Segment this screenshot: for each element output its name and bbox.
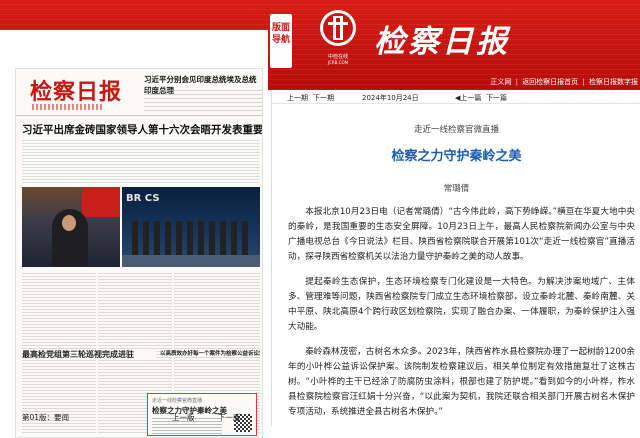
article-paragraph: 秦岭森林茂密，古树名木众多。2023年，陕西省柞水县检察院办理了一起树龄1200…: [288, 347, 635, 417]
article-paragraph: 本报北京10月23日电（记者常璐倩）“古今伟此岭，高下势峥嵘。”横亘在华夏大地中…: [288, 207, 635, 262]
logo-caption: 中检在线: [327, 54, 348, 60]
next-page-link[interactable]: 下一版: [218, 412, 241, 423]
prev-issue-link[interactable]: 上一期: [287, 93, 308, 103]
front-masthead-title: 检察日报: [30, 79, 123, 105]
headline-rule: [22, 139, 260, 183]
column-headline-2[interactable]: 以高质效办好每一个案件为检察公益诉讼增添新动能: [160, 349, 260, 357]
masthead-text-lines: [144, 89, 262, 111]
masthead-subline: [32, 104, 102, 110]
article-author: 常璐倩: [443, 184, 470, 194]
nav-panel-label: 版面 导航: [270, 14, 292, 68]
nav-separator: |: [582, 78, 585, 86]
nav-separator: |: [515, 78, 518, 86]
prev-page-link[interactable]: 上一版: [172, 412, 195, 423]
article-paragraph: 提起秦岭生态保护，生态环境检察专门化建设是一大特色。为解决涉案地域广、主体多、管…: [288, 277, 635, 332]
front-photo-president[interactable]: [22, 187, 120, 267]
logo-caption-en: JCRB.COM: [327, 60, 349, 65]
article-title: 检察之力守护秦岭之美: [391, 149, 522, 164]
edition-label: 第01版：要闻: [22, 413, 70, 422]
stage-shape: [122, 255, 260, 267]
front-photo-summit[interactable]: BR CS: [122, 187, 260, 267]
next-article-link[interactable]: 下一篇: [486, 93, 507, 103]
front-masthead: 检察日报 习近平分别会见印度总统埃及总统印度总理: [16, 69, 262, 116]
top-nav-links: 正义网 | 返回检察日报首页 | 检察日报数字报: [488, 77, 638, 87]
article-panel: 上一期 下一期 2024年10月24日 ◀上一篇 下一篇 走近一线检察官微直播 …: [271, 90, 640, 426]
article-kicker: 走近一线检察官微直播: [413, 125, 499, 135]
next-issue-link[interactable]: 下一期: [313, 93, 334, 103]
people-shape: [132, 221, 252, 257]
article-body: 本报北京10月23日电（记者常璐倩）“古今伟此岭，高下势峥嵘。”横亘在华夏大地中…: [288, 205, 635, 430]
nav-link-digital[interactable]: 检察日报数字报: [589, 78, 638, 86]
newspaper-title: 检察日报: [374, 24, 510, 60]
box-tag: 走近一线检察官微直播: [152, 398, 203, 404]
prev-article-link[interactable]: ◀上一篇: [455, 93, 481, 103]
photo-badge: BR CS: [126, 193, 160, 204]
front-main-headline[interactable]: 习近平出席金砖国家领导人第十六次会晤开发表重要讲话: [22, 122, 262, 137]
issue-date: 2024年10月24日: [362, 94, 419, 102]
nav-link-zhengyi[interactable]: 正义网: [490, 78, 511, 86]
flag-shape: [82, 187, 120, 217]
side-label-1: 版面: [271, 23, 290, 33]
side-label-2: 导航: [271, 35, 290, 45]
issue-nav-bar: 上一期 下一期 2024年10月24日 ◀上一篇 下一篇: [272, 90, 640, 104]
page-footer: 第01版：要闻 上一版 下一版: [0, 408, 268, 426]
page-thumbnail-panel: 检察日报 习近平分别会见印度总统埃及总统印度总理 习近平出席金砖国家领导人第十六…: [0, 30, 268, 438]
shield-logo-icon: [320, 10, 356, 46]
nav-link-home[interactable]: 返回检察日报首页: [522, 78, 578, 86]
jcrb-logo[interactable]: 中检在线 JCRB.COM: [318, 8, 358, 65]
column-headline-1[interactable]: 最高检党组第三轮巡视完成进驻: [22, 349, 156, 360]
face-shape: [62, 215, 76, 231]
prev-article-label: 上一篇: [460, 94, 482, 102]
front-page-image[interactable]: 检察日报 习近平分别会见印度总统埃及总统印度总理 习近平出席金砖国家领导人第十六…: [15, 68, 263, 438]
